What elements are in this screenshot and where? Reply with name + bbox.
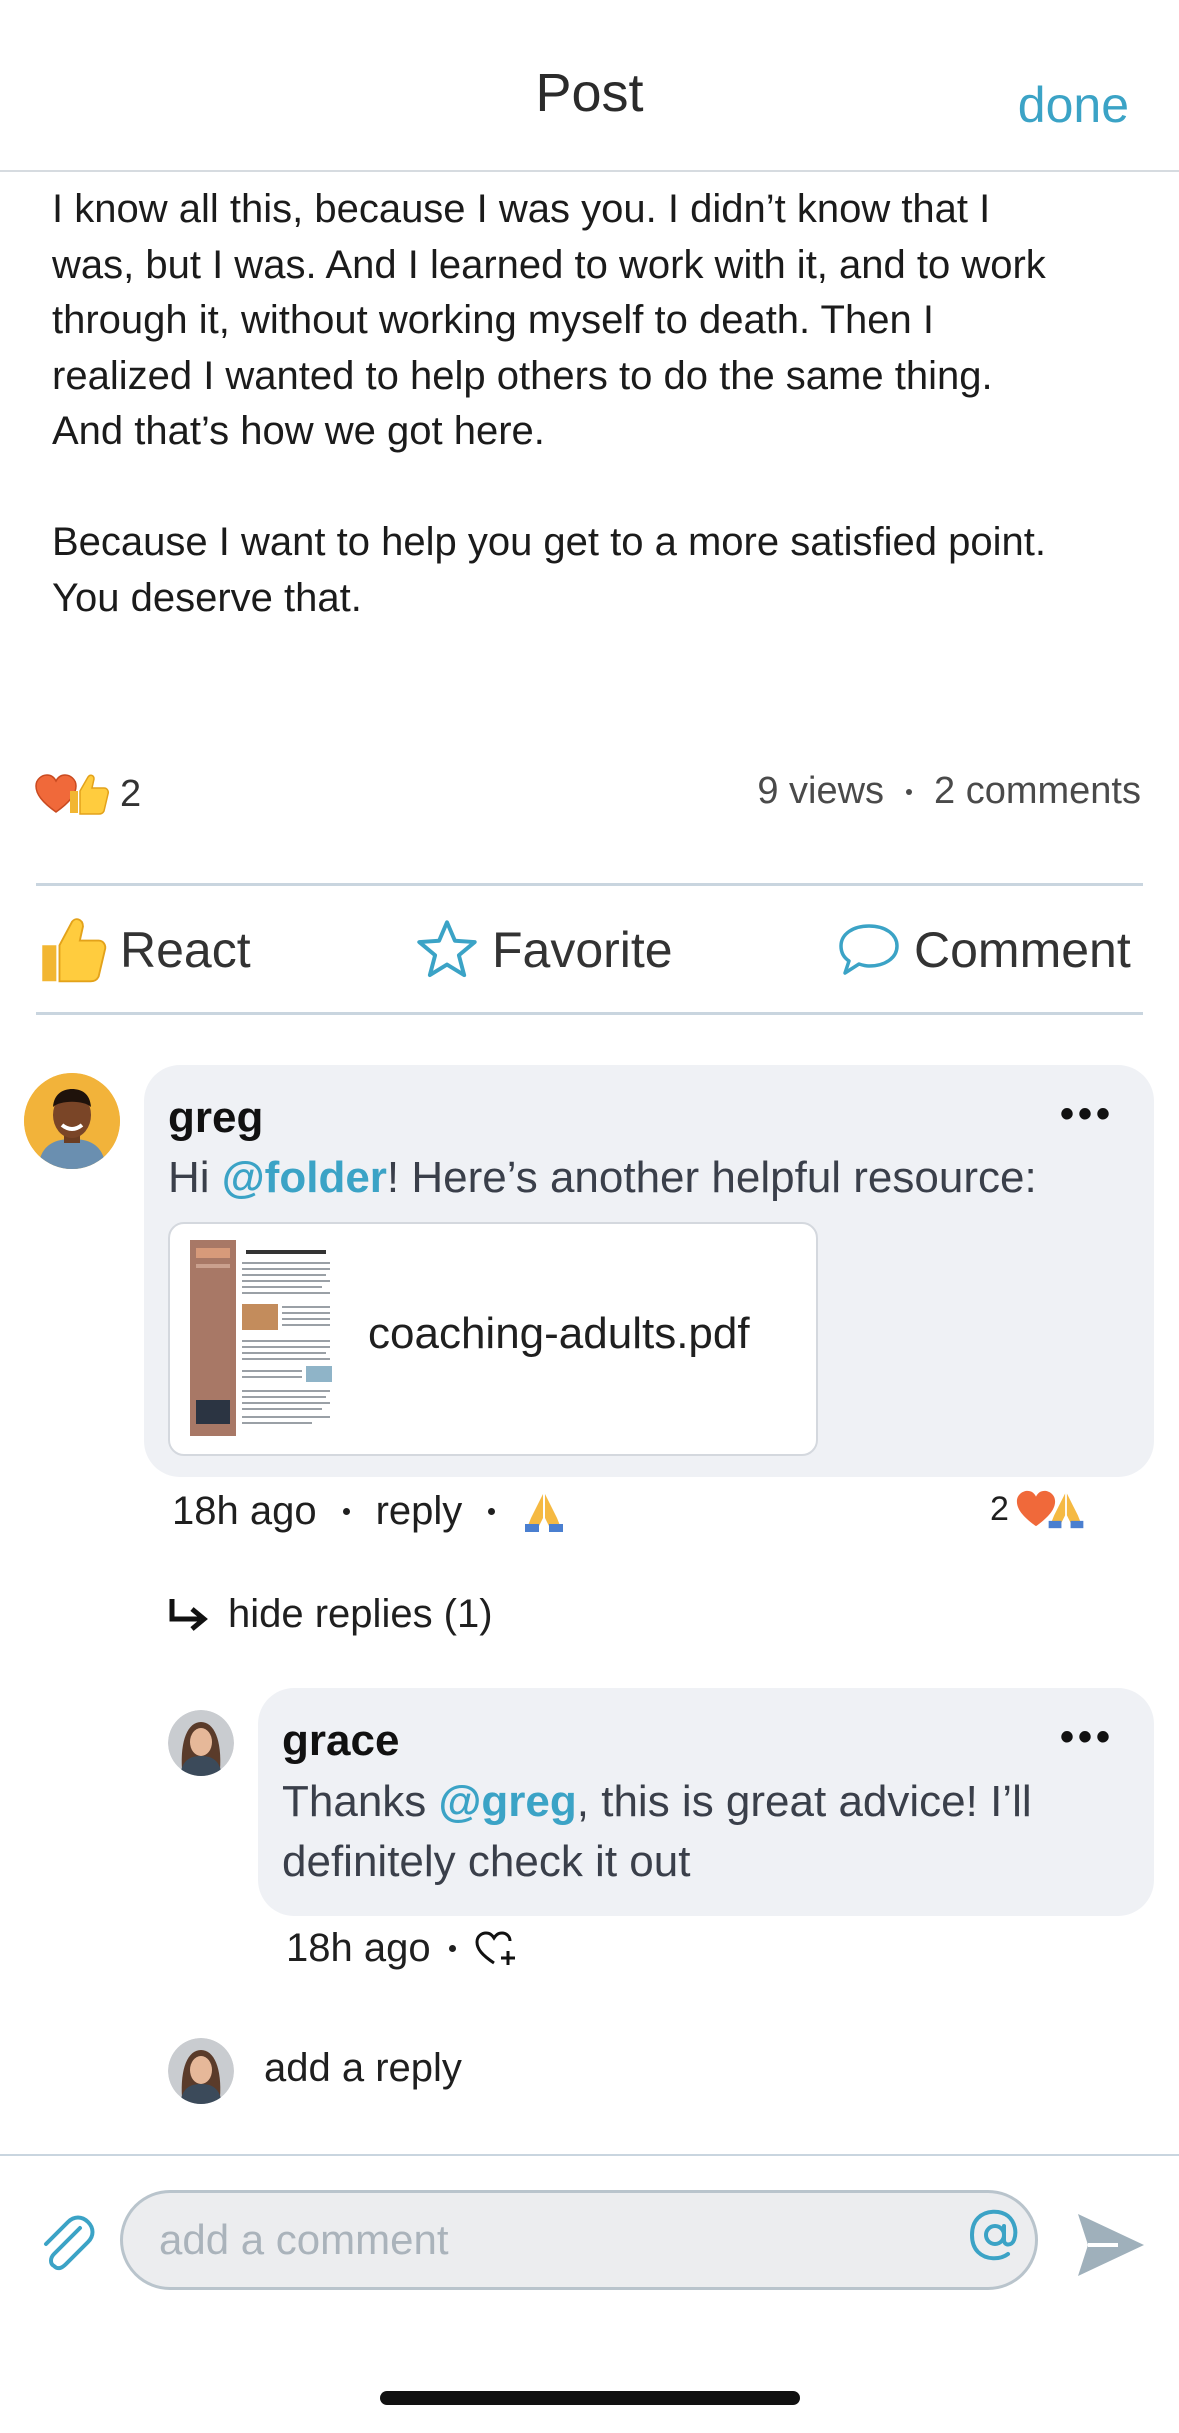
comment-input[interactable]: add a comment [120,2190,1038,2290]
add-reply-field[interactable]: add a reply [264,2046,462,2091]
mention-link[interactable]: @greg [439,1777,577,1826]
post-body-text: I know all this, because I was you. I di… [52,187,1046,620]
avatar [168,2038,234,2104]
home-indicator [380,2391,800,2405]
comment-button[interactable]: Comment [836,900,1131,1000]
composer-divider [0,2154,1179,2156]
attachment-filename: coaching-adults.pdf [368,1309,750,1358]
pdf-thumbnail [190,1240,336,1436]
attachment-card[interactable]: coaching-adults.pdf [168,1222,818,1456]
send-icon[interactable] [1074,2208,1148,2282]
post-stats: 9 views 2 comments [757,770,1141,813]
praying-hands-icon [1048,1493,1084,1529]
separator-dot [448,1945,456,1952]
reaction-count: 2 [120,772,142,815]
more-options-button[interactable]: ••• [1060,1092,1114,1137]
comments-count[interactable]: 2 comments [934,770,1141,813]
separator-dot [342,1507,350,1515]
add-reaction-heart-icon[interactable] [474,1929,518,1969]
comment-reactions[interactable]: 2 [990,1488,1087,1530]
more-options-button[interactable]: ••• [1060,1715,1114,1760]
comment-meta: 18h ago reply [172,1488,567,1534]
hide-replies-button[interactable]: hide replies (1) [166,1592,493,1637]
thumbs-up-icon [42,918,107,983]
react-label: React [120,922,251,978]
divider [36,1012,1143,1015]
reply-arrow-icon [169,1598,208,1631]
comment-author[interactable]: greg [168,1093,263,1143]
reply-text-prefix: Thanks [282,1777,439,1826]
comment-input-placeholder: add a comment [159,2216,449,2263]
star-icon [417,920,477,978]
favorite-button[interactable]: Favorite [414,900,673,1000]
comment-text: Hi @folder! Here’s another helpful resou… [168,1148,1128,1208]
speech-bubble-icon [839,924,899,975]
react-button[interactable]: React [36,900,251,1000]
reply-meta: 18h ago [286,1926,518,1971]
praying-hands-icon[interactable] [521,1488,567,1534]
favorite-label: Favorite [492,922,673,978]
comment-label: Comment [914,922,1131,978]
mention-link[interactable]: @folder [222,1153,387,1202]
separator-dot [488,1507,496,1515]
separator-dot [906,788,913,795]
action-bar: React Favorite Comment [36,900,1143,1000]
reply-author[interactable]: grace [282,1716,399,1766]
page-title: Post [535,63,644,123]
reply-button[interactable]: reply [376,1489,463,1534]
mention-at-icon[interactable] [964,2204,1026,2266]
avatar[interactable] [168,1710,234,1776]
comment-time: 18h ago [172,1488,317,1533]
divider [36,883,1143,886]
reaction-summary[interactable]: 2 [34,766,141,822]
comment-text-prefix: Hi [168,1153,222,1202]
reply-text: Thanks @greg, this is great advice! I’ll… [282,1772,1132,1892]
person-avatar-icon [168,1710,234,1776]
comment-text-suffix: ! Here’s another helpful resource: [386,1153,1037,1202]
paperclip-icon[interactable] [36,2212,98,2274]
comment-reaction-count: 2 [990,1489,1009,1528]
views-count: 9 views [757,770,885,812]
done-button[interactable]: done [1018,76,1129,134]
person-avatar-icon [168,2038,234,2104]
hide-replies-label: hide replies (1) [228,1592,493,1636]
thumbs-up-emoji-icon [70,774,109,815]
reply-time: 18h ago [286,1926,431,1970]
avatar[interactable] [24,1073,120,1169]
person-avatar-icon [24,1073,120,1169]
